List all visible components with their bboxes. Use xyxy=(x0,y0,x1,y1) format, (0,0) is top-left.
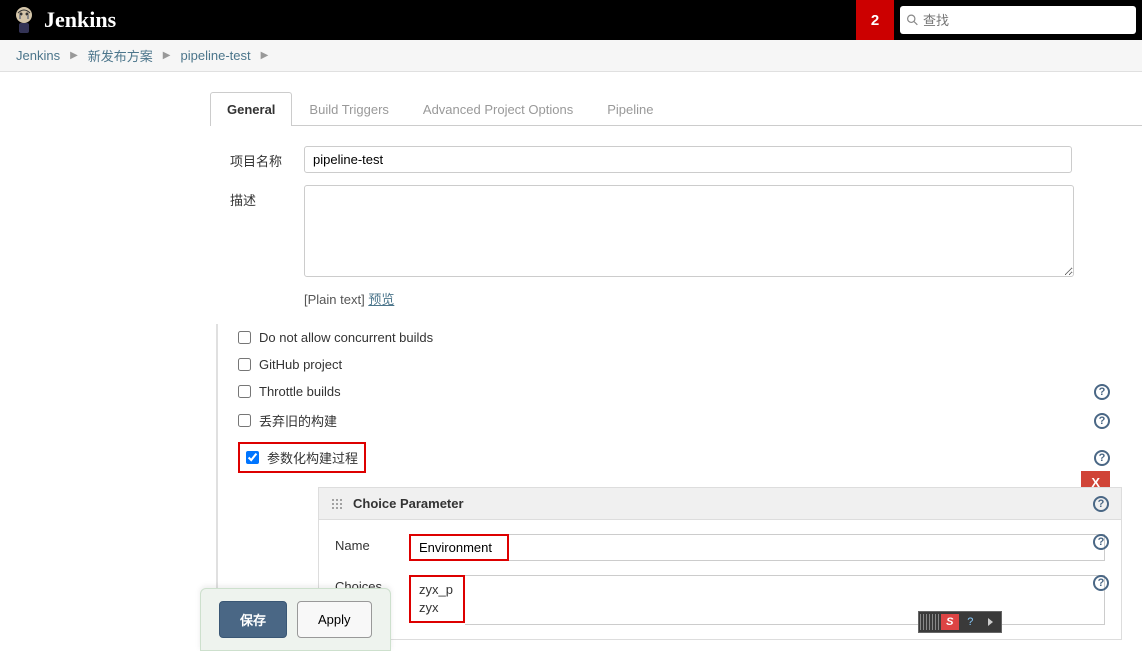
param-name-label: Name xyxy=(335,534,409,553)
help-icon[interactable]: ? xyxy=(1093,534,1109,550)
help-icon[interactable]: ? xyxy=(1093,575,1109,591)
chevron-right-icon: ▶ xyxy=(70,50,78,61)
app-title[interactable]: Jenkins xyxy=(44,7,116,33)
checkbox-throttle-input[interactable] xyxy=(238,385,251,398)
checkbox-discard-label: 丢弃旧的构建 xyxy=(259,411,337,430)
preview-link[interactable]: 预览 xyxy=(368,292,394,307)
checkbox-concurrent: Do not allow concurrent builds xyxy=(218,324,1142,351)
breadcrumb: Jenkins ▶ 新发布方案 ▶ pipeline-test ▶ xyxy=(0,40,1142,72)
ime-drag-icon[interactable] xyxy=(920,614,939,630)
project-name-row: 项目名称 xyxy=(210,146,1142,173)
param-name-input[interactable] xyxy=(409,534,509,561)
help-icon[interactable]: ? xyxy=(1094,413,1110,429)
breadcrumb-pipeline[interactable]: pipeline-test xyxy=(181,48,251,63)
breadcrumb-plan[interactable]: 新发布方案 xyxy=(88,46,153,65)
config-tabs: General Build Triggers Advanced Project … xyxy=(210,92,1142,126)
checkbox-throttle: Throttle builds ? xyxy=(218,378,1142,405)
checkbox-parameterize: 参数化构建过程 ? xyxy=(218,436,1142,479)
checkbox-github-input[interactable] xyxy=(238,358,251,371)
tab-advanced-options[interactable]: Advanced Project Options xyxy=(406,92,590,126)
breadcrumb-jenkins[interactable]: Jenkins xyxy=(16,48,60,63)
plaintext-label: [Plain text] xyxy=(304,292,368,307)
bottom-action-bar: 保存 Apply xyxy=(200,588,391,651)
param-name-row: Name ? xyxy=(335,534,1105,561)
save-button[interactable]: 保存 xyxy=(219,601,287,638)
ime-toolbar[interactable]: S ? xyxy=(918,611,1002,633)
choice-value: zyx xyxy=(419,599,455,617)
help-icon[interactable]: ? xyxy=(1093,496,1109,512)
search-input[interactable] xyxy=(923,13,1130,28)
tab-general[interactable]: General xyxy=(210,92,292,126)
param-choices-extended[interactable] xyxy=(465,575,1105,625)
project-name-input[interactable] xyxy=(304,146,1072,173)
help-icon[interactable]: ? xyxy=(1094,384,1110,400)
chevron-right-icon: ▶ xyxy=(163,50,171,61)
plaintext-hint: [Plain text] 预览 xyxy=(210,289,1142,308)
checkbox-throttle-label: Throttle builds xyxy=(259,384,341,399)
drag-handle-icon[interactable] xyxy=(331,498,343,510)
ime-sogou-icon[interactable]: S xyxy=(941,614,960,630)
checkbox-parameterize-input[interactable] xyxy=(246,451,259,464)
description-row: 描述 xyxy=(210,185,1142,277)
help-icon[interactable]: ? xyxy=(1094,450,1110,466)
top-header: Jenkins 2 xyxy=(0,0,1142,40)
tab-build-triggers[interactable]: Build Triggers xyxy=(292,92,405,126)
checkbox-concurrent-label: Do not allow concurrent builds xyxy=(259,330,433,345)
jenkins-logo-icon xyxy=(12,5,36,35)
chevron-right-icon: ▶ xyxy=(261,50,269,61)
tab-pipeline[interactable]: Pipeline xyxy=(590,92,670,126)
checkbox-parameterize-label: 参数化构建过程 xyxy=(267,448,358,467)
main-content: General Build Triggers Advanced Project … xyxy=(0,72,1142,640)
checkbox-discard-input[interactable] xyxy=(238,414,251,427)
search-icon xyxy=(906,13,919,27)
checkbox-discard: 丢弃旧的构建 ? xyxy=(218,405,1142,436)
parameter-header[interactable]: Choice Parameter ? xyxy=(318,487,1122,520)
param-choices-input[interactable]: zyx_p zyx xyxy=(409,575,465,623)
apply-button[interactable]: Apply xyxy=(297,601,372,638)
ime-help-icon[interactable]: ? xyxy=(961,614,980,630)
checkbox-concurrent-input[interactable] xyxy=(238,331,251,344)
checkbox-github: GitHub project xyxy=(218,351,1142,378)
description-label: 描述 xyxy=(230,185,304,209)
project-name-label: 项目名称 xyxy=(230,146,304,170)
notification-badge[interactable]: 2 xyxy=(856,0,894,40)
description-textarea[interactable] xyxy=(304,185,1074,277)
checkbox-github-label: GitHub project xyxy=(259,357,342,372)
param-name-input-extended[interactable] xyxy=(509,534,1105,561)
search-box[interactable] xyxy=(900,6,1136,34)
choice-value: zyx_p xyxy=(419,581,455,599)
ime-expand-icon[interactable] xyxy=(982,614,1001,630)
parameter-title: Choice Parameter xyxy=(353,496,464,511)
